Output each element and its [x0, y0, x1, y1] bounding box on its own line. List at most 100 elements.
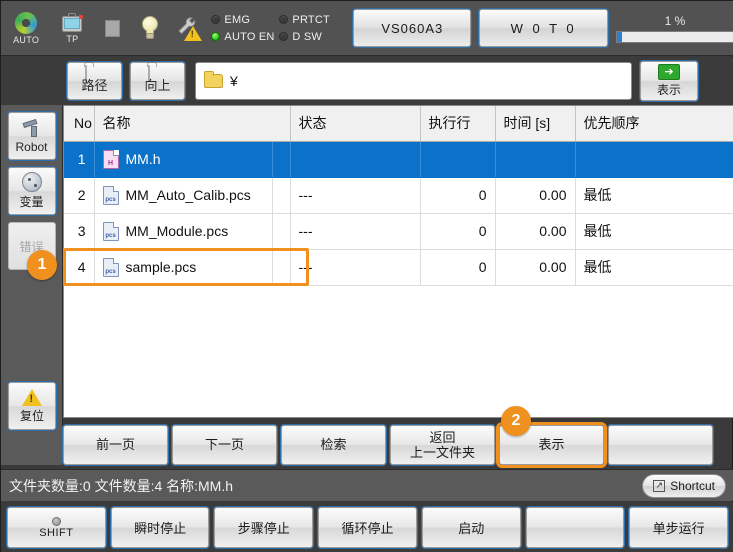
cell-flag [272, 249, 291, 286]
led-d-sw-dot [279, 32, 289, 41]
start-key[interactable]: 启动 [421, 507, 521, 548]
file-pcs-icon: pcs [102, 185, 119, 205]
sidebar-item-variable[interactable]: 变量 [7, 167, 56, 215]
cycle-stop-label: 循环停止 [341, 521, 394, 536]
program-status-button[interactable]: W 0 T 0 [479, 9, 608, 47]
led-emg-dot [211, 15, 221, 24]
teach-pendant-indicator: TP [51, 4, 93, 52]
sidebar-item-robot[interactable]: Robot [7, 112, 56, 160]
column-header-no[interactable]: No [64, 106, 95, 142]
shift-key[interactable]: SHIFT [7, 507, 106, 548]
column-header-name[interactable]: 名称 [94, 106, 291, 142]
table-row[interactable]: 3 pcs MM_Module.pcs --- 0 0.00 最低 [64, 213, 733, 250]
previous-page-button[interactable]: 前一页 [63, 424, 168, 465]
cell-name: pcs sample.pcs [94, 249, 273, 286]
led-d-sw: D SW [279, 31, 347, 43]
column-header-exec-line[interactable]: 执行行 [420, 106, 496, 142]
cell-name-text: sample.pcs [125, 259, 197, 275]
shortcut-button[interactable]: ↗ Shortcut [642, 473, 726, 498]
path-input[interactable]: ¥ [195, 62, 632, 100]
led-auto-en: AUTO EN [211, 31, 279, 43]
cell-exec-line: 0 [420, 213, 496, 250]
empty-key[interactable] [525, 507, 625, 548]
step-stop-key[interactable]: 步骤停止 [214, 507, 314, 548]
cell-state: --- [290, 249, 421, 286]
arrow-right-icon: ➔ [658, 64, 680, 80]
lamp-icon [140, 15, 159, 41]
sidebar-item-reset[interactable]: 复位 [8, 382, 56, 430]
led-prtct-label: PRTCT [292, 13, 330, 26]
column-header-time[interactable]: 时间 [s] [495, 106, 576, 142]
cell-flag [272, 213, 291, 250]
led-emg-label: EMG [224, 13, 251, 26]
file-pcs-icon: pcs [102, 257, 119, 277]
start-label: 启动 [458, 521, 485, 536]
left-sidebar: Robot 变量 错误 复位 [1, 105, 63, 465]
cell-flag [272, 141, 291, 178]
next-page-button[interactable]: 下一页 [172, 424, 277, 465]
cell-no: 3 [64, 213, 95, 250]
cell-no: 2 [64, 177, 95, 214]
cell-name-text: MM_Auto_Calib.pcs [125, 187, 251, 203]
file-list-panel: No 名称 状态 执行行 时间 [s] 优先顺序 1 H MM.h 2 pcs … [63, 105, 733, 418]
search-button[interactable]: 检索 [281, 424, 386, 465]
single-step-label: 单步运行 [652, 521, 705, 536]
warning-triangle-icon [22, 388, 42, 406]
column-header-priority[interactable]: 优先顺序 [575, 106, 733, 142]
parent-folder-button[interactable]: 返回 上一文件夹 [390, 424, 495, 465]
cycle-stop-key[interactable]: 循环停止 [318, 507, 417, 548]
table-header-row: No 名称 状态 执行行 时间 [s] 优先顺序 [64, 106, 733, 142]
speed-progress-bar[interactable] [616, 30, 733, 43]
step-badge-2: 2 [501, 406, 531, 436]
speed-percent-label: 1 % [664, 13, 686, 28]
folder-icon [204, 71, 223, 88]
sidebar-item-robot-label: Robot [15, 139, 48, 154]
variable-icon [21, 172, 42, 192]
speed-progress-indicator: 1 % [616, 14, 733, 43]
function-key-bar: SHIFT 瞬时停止 步骤停止 循环停止 启动 单步运行 [1, 502, 733, 552]
shortcut-icon: ↗ [653, 479, 666, 492]
path-button[interactable]: 路径 [67, 62, 122, 100]
cell-no: 1 [64, 141, 95, 178]
display-top-button[interactable]: ➔ 表示 [640, 61, 698, 101]
instant-stop-key[interactable]: 瞬时停止 [110, 507, 210, 548]
cell-state: --- [290, 213, 421, 250]
auto-mode-label: AUTO [13, 34, 40, 45]
led-indicator-group: EMG PRTCT AUTO EN D SW [211, 11, 347, 45]
cell-exec-line: 0 [420, 249, 496, 286]
cell-priority [575, 141, 733, 178]
path-toolbar: 路径 向上 ¥ ➔ 表示 [1, 57, 733, 105]
parent-folder-label-top: 返回 [429, 429, 456, 445]
cell-name-text: MM_Module.pcs [125, 223, 229, 239]
column-header-state[interactable]: 状态 [290, 106, 421, 142]
table-row[interactable]: 2 pcs MM_Auto_Calib.pcs --- 0 0.00 最低 [64, 177, 733, 214]
single-step-key[interactable]: 单步运行 [629, 507, 729, 548]
previous-page-label: 前一页 [95, 437, 135, 452]
top-status-bar: AUTO TP EMG PRTCT [1, 1, 733, 56]
step-stop-label: 步骤停止 [237, 521, 290, 536]
sidebar-item-reset-label: 复位 [19, 408, 44, 423]
led-prtct-dot [279, 15, 289, 24]
display-action-label: 表示 [538, 437, 565, 452]
shortcut-label: Shortcut [670, 478, 715, 493]
shift-led-icon [51, 516, 61, 526]
cell-name: pcs MM_Module.pcs [94, 213, 273, 250]
cell-name-text: MM.h [125, 151, 161, 167]
cell-no: 4 [64, 249, 95, 286]
status-bar-text: 文件夹数量:0 文件数量:4 名称:MM.h [9, 477, 234, 494]
search-label: 检索 [320, 437, 347, 452]
table-row[interactable]: 1 H MM.h [64, 141, 733, 178]
maintenance-warning-icon [175, 14, 202, 42]
display-top-button-label: 表示 [656, 83, 681, 97]
up-folder-button[interactable]: 向上 [130, 62, 185, 100]
teach-pendant-icon [61, 12, 84, 33]
robot-arm-icon [21, 118, 43, 139]
cell-time [495, 141, 576, 178]
instant-stop-label: 瞬时停止 [134, 521, 187, 536]
empty-action-button[interactable] [608, 424, 713, 465]
table-row[interactable]: 4 pcs sample.pcs --- 0 0.00 最低 [64, 249, 733, 286]
cell-time: 0.00 [495, 213, 576, 250]
cell-exec-line: 0 [420, 177, 496, 214]
cell-priority: 最低 [575, 213, 733, 250]
robot-model-button[interactable]: VS060A3 [353, 9, 472, 47]
